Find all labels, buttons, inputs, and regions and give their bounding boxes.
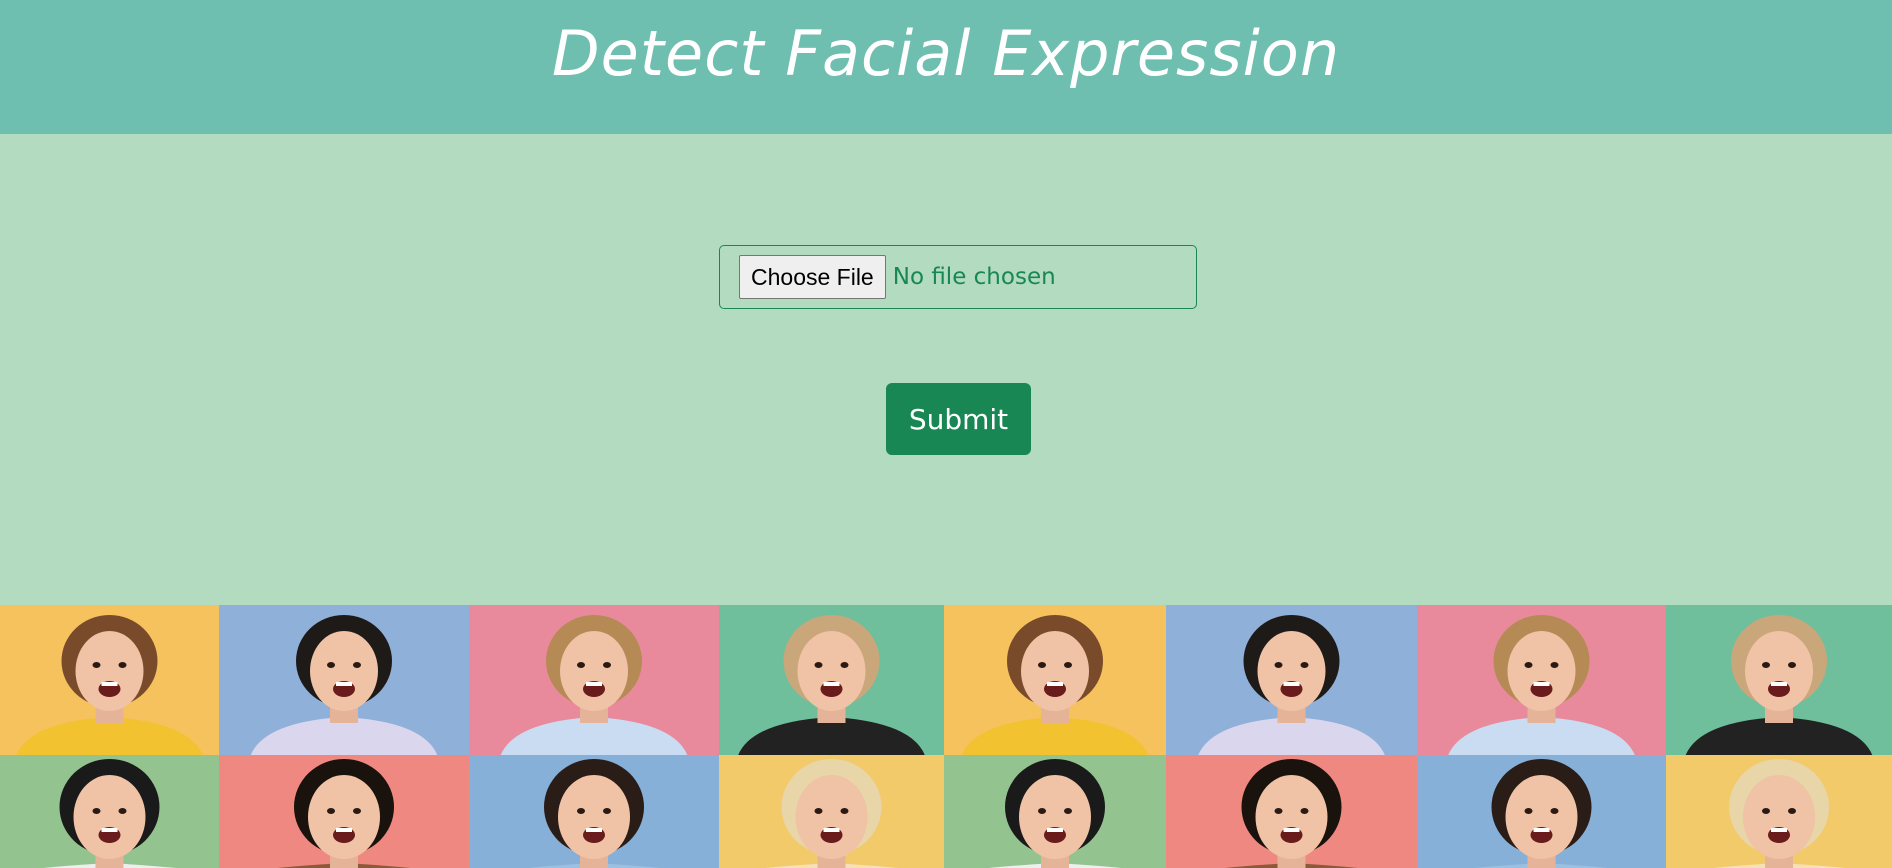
- file-status-text: No file chosen: [892, 264, 1056, 290]
- photo-woman-yellow-sweater: [944, 605, 1166, 755]
- photo-woman-blonde: [1666, 755, 1892, 868]
- photo-woman-curly-hair: [1166, 755, 1417, 868]
- file-input[interactable]: Choose File No file chosen: [719, 245, 1197, 309]
- page: Detect Facial Expression Choose File No …: [0, 0, 1892, 868]
- header-bar: Detect Facial Expression: [0, 0, 1892, 134]
- submit-button[interactable]: Submit: [886, 383, 1031, 455]
- photo-woman-winking: [1417, 605, 1666, 755]
- photo-woman-curly-hair: [219, 755, 469, 868]
- photo-man-hands-on-ears: [219, 605, 469, 755]
- photo-woman-yellow-sweater: [0, 605, 219, 755]
- photo-man-glasses: [0, 755, 219, 868]
- photo-man-hands-on-ears: [1166, 605, 1417, 755]
- upload-form: Choose File No file chosen Submit: [0, 134, 1892, 605]
- photo-woman-blonde: [719, 755, 944, 868]
- photo-man-covering-ears: [1417, 755, 1666, 868]
- photo-woman-winking: [469, 605, 719, 755]
- choose-file-button[interactable]: Choose File: [739, 255, 886, 299]
- photo-man-shouting: [719, 605, 944, 755]
- page-title: Detect Facial Expression: [551, 17, 1341, 90]
- facial-expressions-collage: [0, 605, 1892, 868]
- photo-man-shouting: [1666, 605, 1892, 755]
- photo-man-covering-ears: [469, 755, 719, 868]
- photo-man-glasses: [944, 755, 1166, 868]
